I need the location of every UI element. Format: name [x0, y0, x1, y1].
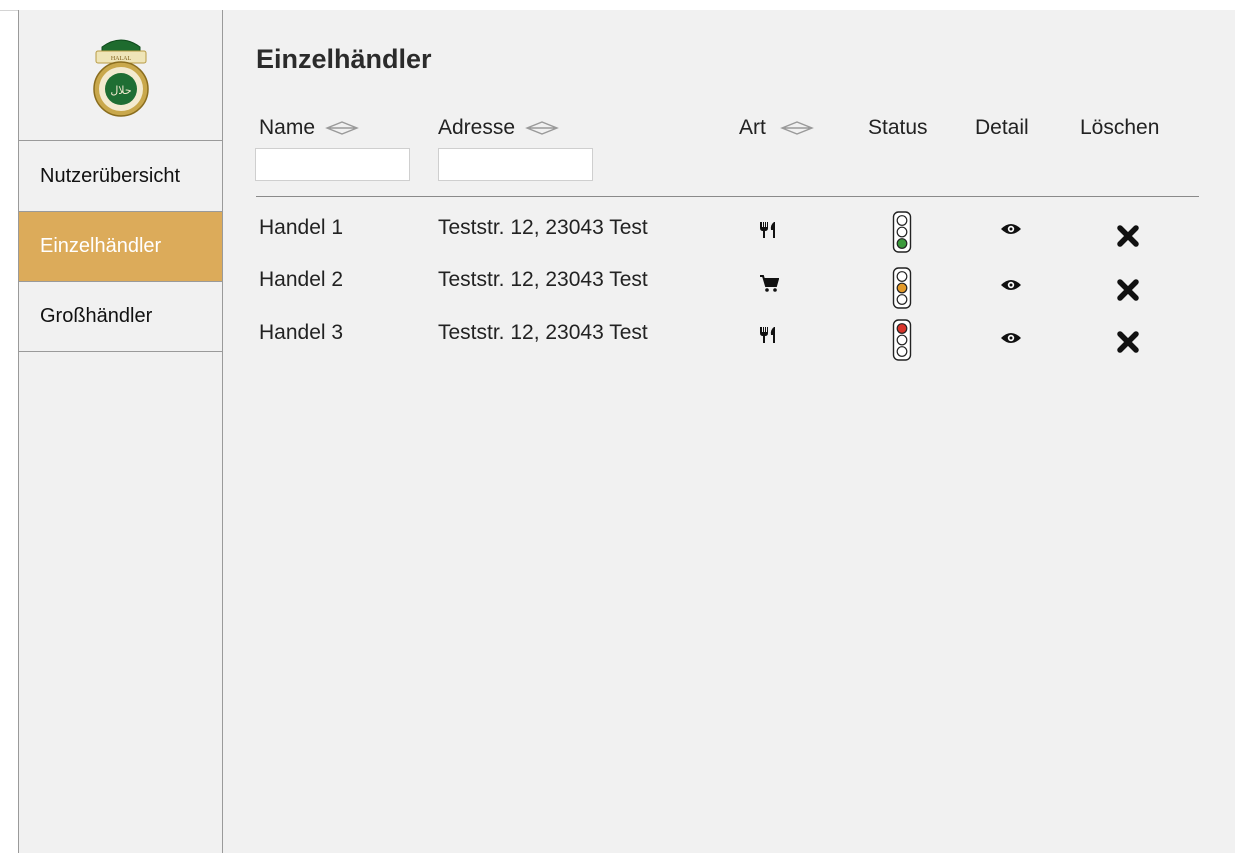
- traffic-light-orange-icon: [892, 267, 912, 309]
- delete-x-icon[interactable]: [1116, 224, 1140, 248]
- shopping-cart-icon: [755, 270, 783, 298]
- restaurant-icon: [755, 216, 783, 244]
- delete-x-icon[interactable]: [1116, 278, 1140, 302]
- delete-x-icon[interactable]: [1116, 330, 1140, 354]
- sidebar: HALAL حلال Nutzerübersicht Einzelhändler…: [19, 10, 223, 853]
- sidebar-item-grosshaendler[interactable]: Großhändler: [19, 282, 222, 352]
- page-title: Einzelhändler: [256, 44, 432, 74]
- name-filter-input[interactable]: [255, 148, 410, 181]
- column-header-delete: Löschen: [1080, 116, 1159, 140]
- sidebar-item-label: Einzelhändler: [40, 235, 162, 257]
- halal-logo-icon: HALAL حلال: [92, 39, 149, 117]
- column-header-name: Name: [259, 116, 359, 140]
- column-header-detail: Detail: [975, 116, 1029, 140]
- table-row: Handel 1 Teststr. 12, 23043 Test: [223, 211, 1235, 268]
- logo-center-text: حلال: [110, 84, 131, 97]
- column-header-status: Status: [868, 116, 928, 140]
- row-name: Handel 1: [259, 216, 344, 239]
- column-header-type: Art: [739, 116, 814, 140]
- sort-icon[interactable]: [779, 121, 814, 135]
- column-label: Name: [259, 116, 316, 139]
- eye-icon[interactable]: [998, 330, 1024, 346]
- sidebar-item-nutzeruebersicht[interactable]: Nutzerübersicht: [19, 141, 222, 212]
- row-address: Teststr. 12, 23043 Test: [438, 268, 648, 291]
- row-name: Handel 3: [259, 321, 344, 344]
- sidebar-item-label: Großhändler: [40, 305, 153, 327]
- column-header-address: Adresse: [438, 116, 559, 140]
- sort-icon[interactable]: [525, 121, 559, 135]
- table-row: Handel 3 Teststr. 12, 23043 Test: [223, 319, 1235, 373]
- eye-icon[interactable]: [998, 221, 1024, 237]
- traffic-light-green-icon: [892, 211, 912, 253]
- row-name: Handel 2: [259, 268, 344, 291]
- restaurant-icon: [755, 321, 783, 349]
- column-label: Löschen: [1080, 116, 1160, 139]
- eye-icon[interactable]: [998, 277, 1024, 293]
- sort-icon[interactable]: [325, 121, 359, 135]
- logo-area: HALAL حلال: [19, 10, 222, 141]
- column-label: Adresse: [438, 116, 516, 139]
- row-address: Teststr. 12, 23043 Test: [438, 321, 648, 344]
- table-row: Handel 2 Teststr. 12, 23043 Test: [223, 267, 1235, 320]
- row-address: Teststr. 12, 23043 Test: [438, 216, 648, 239]
- header-divider: [256, 196, 1199, 197]
- sidebar-item-einzelhaendler[interactable]: Einzelhändler: [19, 212, 222, 282]
- column-label: Detail: [975, 116, 1029, 139]
- sidebar-item-label: Nutzerübersicht: [40, 164, 181, 187]
- main-content: Einzelhändler Name Adresse Art Status De…: [223, 10, 1235, 853]
- logo-banner-text: HALAL: [110, 56, 131, 62]
- address-filter-input[interactable]: [438, 148, 593, 181]
- column-label: Status: [868, 116, 928, 139]
- column-label: Art: [739, 116, 766, 139]
- traffic-light-red-icon: [892, 319, 912, 361]
